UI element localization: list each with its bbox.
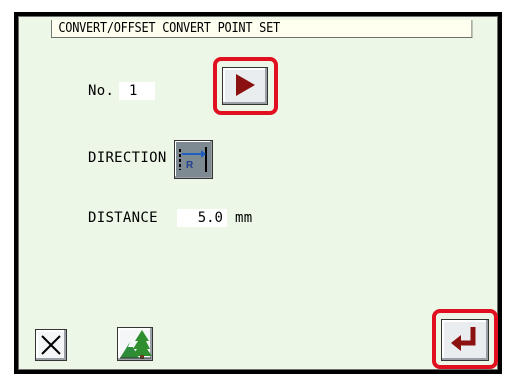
cancel-button[interactable]: [35, 329, 67, 361]
direction-label: DIRECTION: [88, 150, 167, 166]
direction-icon-letter: R: [186, 160, 194, 171]
number-label: No.: [88, 83, 115, 99]
number-value[interactable]: 1: [119, 82, 155, 100]
distance-unit: mm: [235, 210, 253, 226]
page-title: CONVERT/OFFSET CONVERT POINT SET: [51, 20, 473, 38]
next-button[interactable]: [222, 67, 268, 105]
direction-button[interactable]: R: [174, 140, 213, 179]
distance-value[interactable]: 5.0: [177, 209, 227, 227]
play-triangle-icon: [236, 74, 255, 96]
distance-value-text: 5.0: [197, 210, 223, 226]
direction-arrow-icon: R: [176, 142, 211, 177]
main-panel: CONVERT/OFFSET CONVERT POINT SET No. 1 D…: [18, 16, 498, 370]
enter-button[interactable]: [441, 319, 489, 361]
cancel-x-icon: [41, 335, 61, 355]
enter-return-icon: [451, 327, 476, 351]
tree-button[interactable]: [117, 327, 153, 361]
distance-label: DISTANCE: [88, 210, 158, 226]
number-value-text: 1: [129, 83, 138, 99]
tree-mountain-icon: [120, 330, 152, 359]
screen-frame: CONVERT/OFFSET CONVERT POINT SET No. 1 D…: [14, 12, 502, 374]
